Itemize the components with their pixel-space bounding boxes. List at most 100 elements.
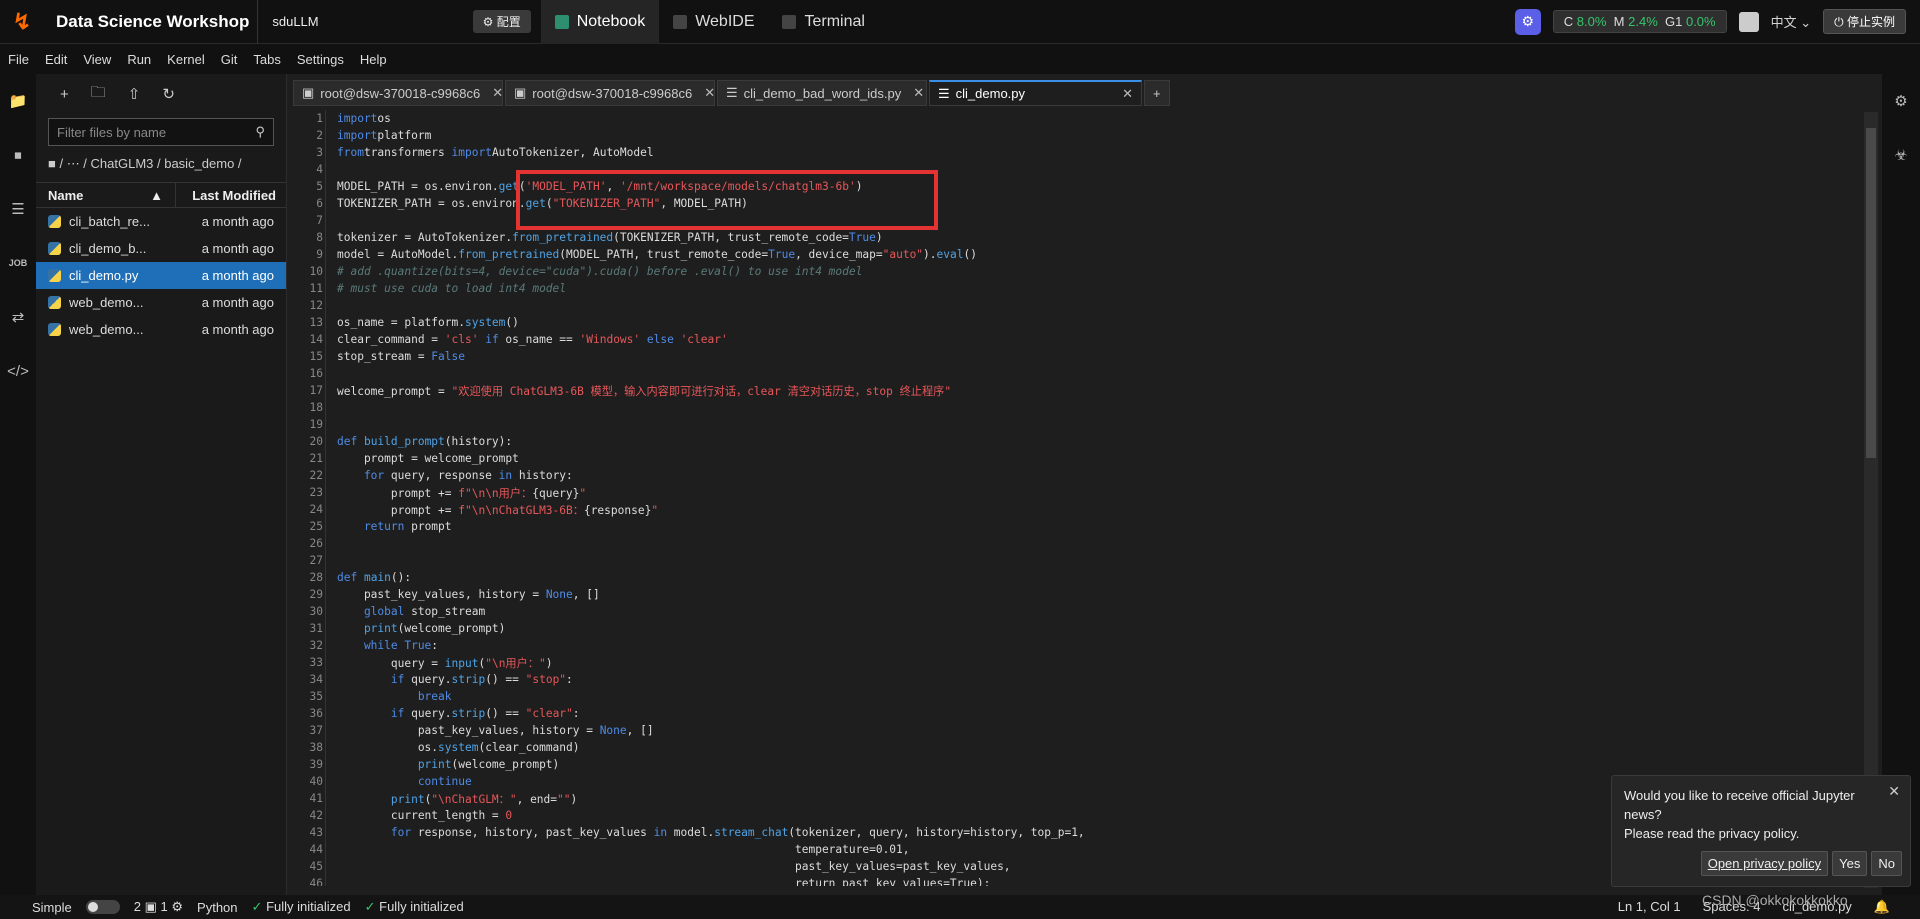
code-text: if query.strip() == "stop": bbox=[337, 673, 573, 686]
code-line: 3 fromtransformers importAutoTokenizer, A… bbox=[293, 144, 1871, 161]
line-number: 46 bbox=[309, 877, 323, 886]
simple-mode-toggle[interactable] bbox=[85, 900, 120, 914]
cursor-position[interactable]: Ln 1, Col 1 bbox=[1618, 899, 1681, 915]
line-number: 41 bbox=[309, 792, 323, 805]
check-icon: ✓ bbox=[364, 899, 376, 914]
tab-terminal-1[interactable]: ▣ root@dsw-370018-c9968c6 ✕ bbox=[293, 80, 503, 106]
menu-file[interactable]: File bbox=[0, 52, 37, 67]
running-icon[interactable]: ⏹ bbox=[0, 128, 36, 182]
file-filter-input[interactable]: Filter files by name ⚲ bbox=[48, 118, 274, 146]
menu-settings[interactable]: Settings bbox=[289, 52, 352, 67]
code-line: 25 return prompt bbox=[293, 518, 1871, 535]
new-folder-icon[interactable]: 🗀 bbox=[91, 82, 106, 107]
code-snippet-icon[interactable]: </> bbox=[0, 344, 36, 398]
tab-terminal-label: Terminal bbox=[804, 12, 865, 30]
code-text: continue bbox=[337, 775, 472, 788]
new-launcher-icon[interactable]: + bbox=[60, 86, 69, 103]
new-tab-button[interactable]: + bbox=[1144, 80, 1170, 106]
menu-tabs[interactable]: Tabs bbox=[245, 52, 288, 67]
editor-tab-bar: ▣ root@dsw-370018-c9968c6 ✕ ▣ root@dsw-3700… bbox=[293, 78, 1920, 106]
yes-button[interactable]: Yes bbox=[1832, 851, 1868, 876]
annotation-highlight-box bbox=[516, 170, 938, 230]
lsp-status-label: Fully initialized bbox=[266, 899, 351, 914]
code-line: 39 print(welcome_prompt) bbox=[293, 756, 1871, 773]
code-text: past_key_values, history = None, [] bbox=[337, 724, 654, 737]
code-line: 28 def main(): bbox=[293, 569, 1871, 586]
tab-cli-demo-bad-word[interactable]: ☰ cli_demo_bad_word_ids.py ✕ bbox=[717, 80, 927, 106]
code-text: return prompt bbox=[337, 520, 452, 533]
menu-bar: File Edit View Run Kernel Git Tabs Setti… bbox=[0, 44, 1920, 74]
folder-icon[interactable]: 📁 bbox=[0, 74, 36, 128]
line-number: 24 bbox=[309, 503, 323, 516]
line-number: 43 bbox=[309, 826, 323, 839]
code-text: break bbox=[337, 690, 452, 703]
menu-git[interactable]: Git bbox=[213, 52, 246, 67]
list-item[interactable]: web_demo... a month ago bbox=[36, 289, 286, 316]
line-number: 19 bbox=[309, 418, 323, 431]
tab-cli-demo[interactable]: ☰ cli_demo.py ✕ bbox=[929, 80, 1142, 106]
line-number: 7 bbox=[316, 214, 323, 227]
lsp-status-2[interactable]: ✓ Fully initialized bbox=[365, 899, 464, 915]
stop-instance-button[interactable]: ⏻ 停止实例 bbox=[1823, 9, 1906, 34]
code-line: 24 prompt += f"\n\nChatGLM3-6B：{response… bbox=[293, 501, 1871, 518]
code-line: 26 bbox=[293, 535, 1871, 552]
menu-help[interactable]: Help bbox=[352, 52, 395, 67]
tab-notebook[interactable]: Notebook bbox=[540, 0, 660, 44]
project-name[interactable]: sduLLM bbox=[258, 14, 332, 29]
job-icon[interactable]: JOB bbox=[0, 236, 36, 290]
close-icon[interactable]: ✕ bbox=[704, 85, 715, 101]
file-name: cli_demo_b... bbox=[69, 241, 147, 256]
kernel-count[interactable]: 2 ▣ 1 ⚙ bbox=[134, 899, 183, 915]
bell-icon[interactable]: 🔔 bbox=[1874, 899, 1890, 915]
table-of-contents-icon[interactable]: ☰ bbox=[0, 182, 36, 236]
close-icon[interactable]: ✕ bbox=[1122, 86, 1133, 102]
upload-icon[interactable]: ⇧ bbox=[128, 85, 141, 103]
column-name[interactable]: Name ▲ bbox=[36, 182, 176, 208]
file-name: cli_batch_re... bbox=[69, 214, 150, 229]
breadcrumb[interactable]: ■ / ⋯ / ChatGLM3 / basic_demo / bbox=[36, 146, 286, 182]
avatar[interactable] bbox=[1738, 11, 1759, 32]
tab-terminal-2[interactable]: ▣ root@dsw-370018-c9968c6 ✕ bbox=[505, 80, 715, 106]
file-modified: a month ago bbox=[201, 322, 274, 337]
property-inspector-icon[interactable]: ⚙ bbox=[1882, 74, 1920, 128]
editor-scroll-thumb[interactable] bbox=[1866, 128, 1876, 458]
file-filter-placeholder: Filter files by name bbox=[57, 124, 167, 140]
debugger-icon[interactable]: ☣ bbox=[1882, 128, 1920, 182]
tab-webide[interactable]: WebIDE bbox=[659, 0, 768, 44]
tab-terminal[interactable]: Terminal bbox=[768, 0, 878, 44]
brand-logo-icon[interactable]: ↯ bbox=[0, 0, 44, 44]
list-item[interactable]: web_demo... a month ago bbox=[36, 316, 286, 343]
list-item[interactable]: cli_demo_b... a month ago bbox=[36, 235, 286, 262]
close-icon[interactable]: ✕ bbox=[913, 85, 924, 101]
language-select[interactable]: 中文 ⌄ bbox=[1771, 12, 1812, 31]
lsp-status-1[interactable]: ✓ Fully initialized bbox=[252, 899, 351, 915]
line-number: 21 bbox=[309, 452, 323, 465]
no-button[interactable]: No bbox=[1871, 851, 1902, 876]
menu-edit[interactable]: Edit bbox=[37, 52, 75, 67]
kernel-name[interactable]: Python bbox=[197, 900, 237, 915]
close-icon[interactable]: ✕ bbox=[1888, 782, 1900, 801]
menu-kernel[interactable]: Kernel bbox=[159, 52, 213, 67]
open-privacy-policy-button[interactable]: Open privacy policy bbox=[1700, 851, 1829, 876]
menu-run[interactable]: Run bbox=[119, 52, 159, 67]
assistant-icon[interactable]: ⚙ bbox=[1514, 8, 1541, 35]
kernel-count-value: 2 bbox=[133, 899, 141, 914]
code-line: 8 tokenizer = AutoTokenizer.from_pretrain… bbox=[293, 229, 1871, 246]
file-modified: a month ago bbox=[201, 241, 274, 256]
file-modified: a month ago bbox=[201, 214, 274, 229]
column-last-modified[interactable]: Last Modified bbox=[176, 188, 286, 203]
menu-view[interactable]: View bbox=[75, 52, 119, 67]
refresh-icon[interactable]: ↻ bbox=[162, 85, 175, 103]
code-text: def main(): bbox=[337, 571, 412, 584]
file-list-header: Name ▲ Last Modified bbox=[36, 182, 286, 208]
code-line: 22 for query, response in history: bbox=[293, 467, 1871, 484]
list-item[interactable]: cli_demo.py a month ago bbox=[36, 262, 286, 289]
code-icon bbox=[673, 14, 688, 29]
line-number: 10 bbox=[309, 265, 323, 278]
list-item[interactable]: cli_batch_re... a month ago bbox=[36, 208, 286, 235]
config-button[interactable]: ⚙ 配置 bbox=[472, 10, 531, 33]
git-icon[interactable]: ⇄ bbox=[0, 290, 36, 344]
code-text: os.system(clear_command) bbox=[337, 741, 580, 754]
close-icon[interactable]: ✕ bbox=[492, 85, 503, 101]
line-number: 26 bbox=[309, 537, 323, 550]
